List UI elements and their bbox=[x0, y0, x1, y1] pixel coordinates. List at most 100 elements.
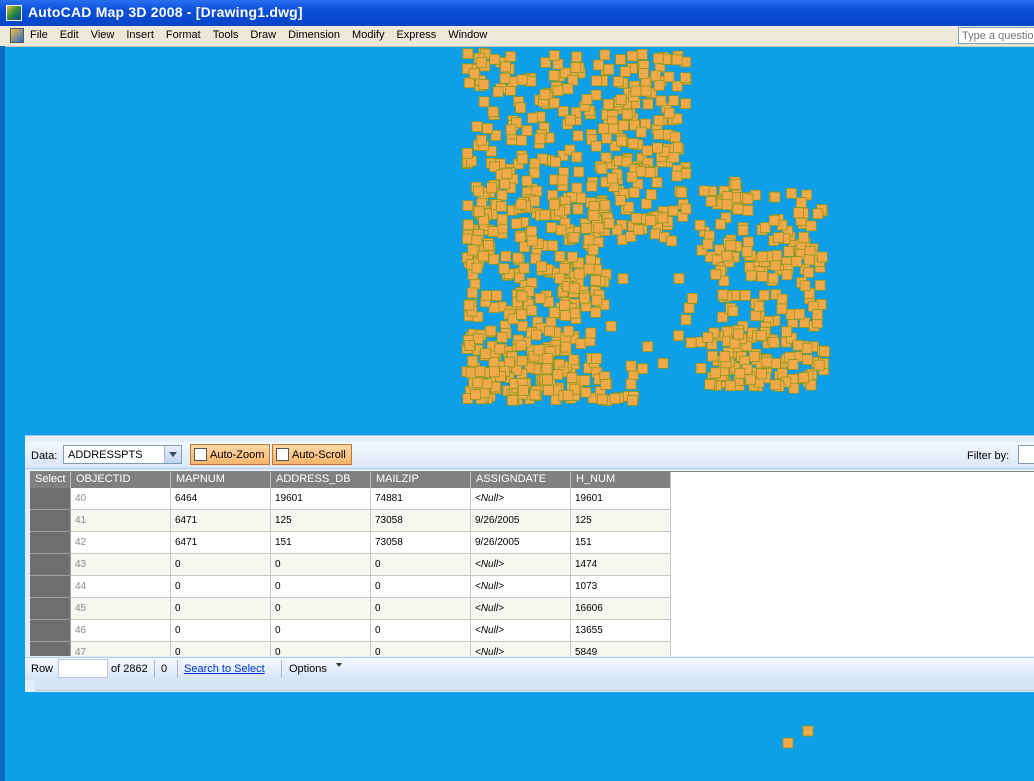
address-point[interactable] bbox=[753, 300, 765, 312]
address-point[interactable] bbox=[819, 346, 830, 357]
address-point[interactable] bbox=[517, 153, 529, 165]
address-point[interactable] bbox=[750, 310, 762, 322]
address-point[interactable] bbox=[802, 354, 813, 366]
address-point[interactable] bbox=[480, 348, 492, 360]
address-point[interactable] bbox=[680, 314, 692, 326]
address-point[interactable] bbox=[638, 68, 649, 79]
address-point[interactable] bbox=[492, 86, 504, 98]
address-point[interactable] bbox=[491, 290, 503, 302]
row-select-cell[interactable] bbox=[30, 576, 71, 598]
address-point[interactable] bbox=[478, 79, 490, 90]
address-point[interactable] bbox=[483, 240, 495, 252]
menu-window[interactable]: Window bbox=[442, 26, 493, 46]
address-point[interactable] bbox=[506, 394, 518, 406]
address-point[interactable] bbox=[640, 85, 652, 97]
address-point[interactable] bbox=[461, 147, 473, 159]
address-point[interactable] bbox=[462, 219, 474, 231]
address-point[interactable] bbox=[478, 96, 490, 108]
data-source-select[interactable]: ADDRESSPTS bbox=[63, 445, 182, 464]
address-point[interactable] bbox=[756, 270, 768, 282]
address-point[interactable] bbox=[756, 251, 768, 263]
address-point[interactable] bbox=[635, 166, 647, 178]
column-header-address-db[interactable]: ADDRESS_DB bbox=[271, 472, 371, 488]
address-point[interactable] bbox=[567, 251, 578, 263]
address-point[interactable] bbox=[572, 203, 584, 215]
address-point[interactable] bbox=[813, 359, 825, 371]
cell-assigndate[interactable]: <Null> bbox=[471, 642, 571, 656]
cell-h-num[interactable]: 1073 bbox=[571, 576, 671, 598]
address-point[interactable] bbox=[552, 369, 564, 381]
address-point[interactable] bbox=[680, 98, 692, 110]
address-point[interactable] bbox=[663, 71, 675, 83]
cell-mailzip[interactable]: 0 bbox=[371, 576, 471, 598]
cell-mailzip[interactable]: 0 bbox=[371, 642, 471, 656]
address-point[interactable] bbox=[590, 89, 602, 101]
address-point[interactable] bbox=[605, 320, 617, 332]
address-point[interactable] bbox=[498, 263, 510, 274]
address-point[interactable] bbox=[642, 341, 654, 353]
address-point[interactable] bbox=[626, 171, 638, 183]
address-point[interactable] bbox=[554, 250, 566, 262]
address-point[interactable] bbox=[707, 350, 718, 362]
address-point[interactable] bbox=[516, 308, 528, 320]
cell-assigndate[interactable]: 9/26/2005 bbox=[471, 532, 571, 554]
address-point[interactable] bbox=[475, 134, 487, 146]
cell-address-db[interactable]: 0 bbox=[271, 642, 371, 656]
menu-express[interactable]: Express bbox=[390, 26, 442, 46]
address-point[interactable] bbox=[787, 359, 799, 371]
address-point[interactable] bbox=[583, 234, 595, 246]
help-search-box[interactable] bbox=[958, 27, 1034, 44]
address-point[interactable] bbox=[575, 338, 587, 350]
address-point[interactable] bbox=[471, 262, 483, 274]
menu-draw[interactable]: Draw bbox=[244, 26, 282, 46]
address-point[interactable] bbox=[481, 378, 493, 390]
address-point[interactable] bbox=[645, 189, 657, 200]
address-point[interactable] bbox=[549, 50, 560, 61]
address-point[interactable] bbox=[727, 305, 739, 317]
address-point[interactable] bbox=[514, 231, 526, 243]
address-point[interactable] bbox=[644, 167, 656, 178]
address-point[interactable] bbox=[586, 180, 598, 192]
address-point[interactable] bbox=[534, 292, 546, 304]
address-point[interactable] bbox=[653, 80, 665, 91]
address-point[interactable] bbox=[588, 210, 600, 222]
address-point[interactable] bbox=[516, 134, 528, 146]
address-point[interactable] bbox=[792, 339, 804, 351]
address-point[interactable] bbox=[462, 48, 474, 60]
address-point[interactable] bbox=[673, 330, 684, 342]
address-point[interactable] bbox=[641, 145, 653, 156]
address-point[interactable] bbox=[603, 217, 615, 229]
address-point[interactable] bbox=[550, 156, 561, 168]
address-point[interactable] bbox=[568, 354, 580, 366]
cell-assigndate[interactable]: <Null> bbox=[471, 554, 571, 576]
address-point[interactable] bbox=[816, 251, 828, 263]
column-header-assigndate[interactable]: ASSIGNDATE bbox=[471, 472, 571, 488]
address-point[interactable] bbox=[472, 377, 484, 389]
address-point[interactable] bbox=[626, 50, 638, 62]
address-point[interactable] bbox=[740, 289, 751, 301]
address-point[interactable] bbox=[725, 240, 737, 252]
address-point[interactable] bbox=[482, 123, 494, 134]
address-point[interactable] bbox=[487, 226, 499, 238]
address-point[interactable] bbox=[580, 222, 592, 234]
address-point[interactable] bbox=[579, 292, 591, 304]
address-point[interactable] bbox=[680, 168, 692, 179]
options-menu[interactable]: Options bbox=[289, 663, 327, 675]
cell-h-num[interactable]: 151 bbox=[571, 532, 671, 554]
column-header-select[interactable]: Select bbox=[30, 472, 71, 488]
address-point[interactable] bbox=[512, 252, 524, 264]
address-point[interactable] bbox=[657, 212, 669, 224]
address-point[interactable] bbox=[503, 356, 515, 368]
cell-mapnum[interactable]: 6471 bbox=[171, 532, 271, 554]
address-point[interactable] bbox=[588, 201, 600, 213]
address-point[interactable] bbox=[480, 290, 492, 302]
filter-input[interactable] bbox=[1018, 445, 1034, 464]
cell-address-db[interactable]: 19601 bbox=[271, 488, 371, 510]
address-point[interactable] bbox=[536, 260, 547, 272]
address-point[interactable] bbox=[668, 152, 680, 163]
address-point[interactable] bbox=[590, 306, 602, 318]
address-point[interactable] bbox=[742, 193, 754, 205]
address-point[interactable] bbox=[671, 170, 683, 182]
address-point[interactable] bbox=[531, 329, 542, 341]
address-point[interactable] bbox=[621, 108, 633, 120]
